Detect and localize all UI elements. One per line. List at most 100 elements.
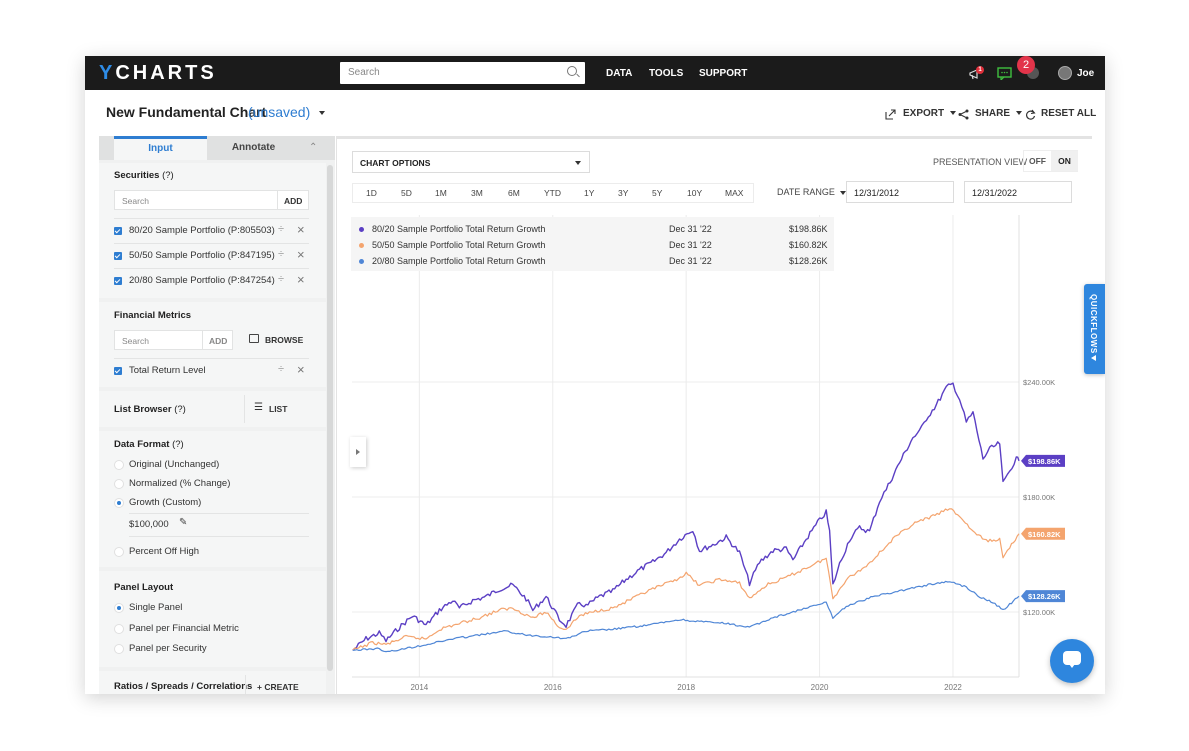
legend-row-20-80[interactable]: 20/80 Sample Portfolio Total Return Grow… (351, 254, 834, 270)
export-button[interactable]: EXPORT (903, 108, 956, 119)
data-format-section: Data Format (?) Original (Unchanged) Nor… (99, 431, 326, 567)
presentation-view-toggle[interactable]: OFF ON (1023, 150, 1078, 172)
unsaved-status[interactable]: (unsaved) (248, 104, 326, 120)
radio-button[interactable] (114, 460, 124, 470)
x-tick-label: 2016 (544, 683, 562, 692)
legend-dot-50-50 (359, 243, 364, 248)
panel-layout-section: Panel Layout Single Panel Panel per Fina… (99, 571, 326, 667)
reorder-icon[interactable]: ÷ (278, 363, 284, 375)
metrics-search-input[interactable]: Search (114, 330, 203, 350)
range-1y[interactable]: 1Y (584, 188, 594, 198)
remove-icon[interactable]: × (297, 222, 305, 237)
browse-folder-icon (249, 334, 259, 343)
legend-row-80-20[interactable]: 80/20 Sample Portfolio Total Return Grow… (351, 222, 834, 238)
export-icon (885, 109, 896, 120)
notifications-badge[interactable]: 2 (1017, 56, 1035, 74)
ycharts-logo[interactable]: YCHARTS (99, 62, 217, 85)
legend-row-50-50[interactable]: 50/50 Sample Portfolio Total Return Grow… (351, 238, 834, 254)
range-3y[interactable]: 3Y (618, 188, 628, 198)
securities-add-button[interactable]: ADD (277, 190, 309, 210)
user-avatar[interactable] (1058, 66, 1072, 80)
user-name[interactable]: Joe (1077, 68, 1094, 79)
chat-support-button[interactable] (1050, 639, 1094, 683)
radio-button-selected[interactable] (114, 603, 124, 613)
reorder-icon[interactable]: ÷ (278, 273, 284, 285)
list-browser-help[interactable]: (?) (174, 404, 186, 415)
range-max[interactable]: MAX (725, 188, 743, 198)
securities-help[interactable]: (?) (162, 170, 174, 181)
panel-tabs: Input Annotate ⌃ (99, 136, 335, 160)
divider (245, 675, 246, 694)
chart-options-dropdown[interactable]: CHART OPTIONS (352, 151, 590, 173)
range-5y[interactable]: 5Y (652, 188, 662, 198)
range-1d[interactable]: 1D (366, 188, 377, 198)
browse-button[interactable]: BROWSE (265, 335, 303, 345)
radio-button[interactable] (114, 547, 124, 557)
remove-icon[interactable]: × (297, 362, 305, 377)
nav-data[interactable]: DATA (606, 68, 632, 79)
presentation-on[interactable]: ON (1051, 151, 1078, 171)
tab-input[interactable]: Input (114, 136, 207, 160)
title-dropdown-icon[interactable] (319, 111, 326, 116)
financial-metrics-section: Financial Metrics Search ADD BROWSE Tota… (99, 302, 326, 387)
start-date-input[interactable]: 12/31/2012 (846, 181, 954, 203)
x-tick-label: 2020 (811, 683, 829, 692)
security-checkbox[interactable] (114, 252, 122, 260)
range-1m[interactable]: 1M (435, 188, 447, 198)
panel-layout-title: Panel Layout (114, 582, 174, 593)
metric-checkbox[interactable] (114, 367, 122, 375)
metrics-add-button[interactable]: ADD (202, 330, 233, 350)
y-tick-label: $180.00K (1023, 493, 1055, 502)
date-range-dropdown[interactable]: DATE RANGE (777, 187, 847, 197)
range-3m[interactable]: 3M (471, 188, 483, 198)
expand-side-panel-button[interactable] (350, 437, 366, 467)
announcements-badge: 1 (976, 66, 984, 74)
range-10y[interactable]: 10Y (687, 188, 702, 198)
nav-support[interactable]: SUPPORT (699, 68, 747, 79)
reorder-icon[interactable]: ÷ (278, 223, 284, 235)
securities-search-input[interactable]: Search (114, 190, 278, 210)
security-row: 50/50 Sample Portfolio (P:847195) ÷ × (114, 243, 309, 267)
security-checkbox[interactable] (114, 277, 122, 285)
tab-annotate[interactable]: Annotate (207, 136, 300, 160)
ratios-title: Ratios / Spreads / Correlations (114, 681, 253, 692)
remove-icon[interactable]: × (297, 247, 305, 262)
search-icon[interactable] (567, 66, 577, 76)
line-chart[interactable]: $60.00K$120.00K$180.00K$240.00K201420162… (337, 211, 1093, 694)
reorder-icon[interactable]: ÷ (278, 248, 284, 260)
page-title[interactable]: New Fundamental Chart (106, 104, 266, 120)
end-date-input[interactable]: 12/31/2022 (964, 181, 1072, 203)
data-format-help[interactable]: (?) (172, 439, 184, 450)
radio-button[interactable] (114, 644, 124, 654)
y-tick-label: $240.00K (1023, 378, 1055, 387)
global-search-input[interactable]: Search (340, 62, 585, 84)
chart-area: CHART OPTIONS 1D 5D 1M 3M 6M YTD 1Y 3Y 5… (336, 136, 1092, 694)
presentation-off[interactable]: OFF (1024, 151, 1051, 171)
ratios-section: Ratios / Spreads / Correlations + CREATE (99, 671, 326, 694)
radio-button-selected[interactable] (114, 498, 124, 508)
x-tick-label: 2018 (677, 683, 695, 692)
collapse-panel-icon[interactable]: ⌃ (309, 142, 317, 153)
quickflows-tab[interactable]: QUICKFLOWS (1084, 284, 1105, 374)
range-ytd[interactable]: YTD (544, 188, 561, 198)
range-6m[interactable]: 6M (508, 188, 520, 198)
chat-messages-icon[interactable] (997, 67, 1012, 80)
range-5d[interactable]: 5D (401, 188, 412, 198)
security-checkbox[interactable] (114, 227, 122, 235)
share-button[interactable]: SHARE (975, 108, 1022, 119)
list-button[interactable]: LIST (269, 404, 287, 414)
create-ratio-button[interactable]: + CREATE (257, 682, 299, 692)
list-browser-section: List Browser (?) ☰ LIST (99, 391, 326, 427)
chart-legend: 80/20 Sample Portfolio Total Return Grow… (351, 217, 834, 271)
radio-button[interactable] (114, 624, 124, 634)
securities-section: Securities (?) Search ADD 80/20 Sample P… (99, 163, 326, 298)
remove-icon[interactable]: × (297, 272, 305, 287)
x-tick-label: 2022 (944, 683, 962, 692)
nav-tools[interactable]: TOOLS (649, 68, 683, 79)
reset-all-button[interactable]: RESET ALL (1041, 108, 1096, 119)
reset-icon (1026, 109, 1036, 120)
panel-scrollbar[interactable] (327, 165, 333, 671)
financial-metrics-title: Financial Metrics (114, 310, 192, 321)
radio-button[interactable] (114, 479, 124, 489)
edit-pencil-icon[interactable]: ✎ (179, 517, 187, 528)
